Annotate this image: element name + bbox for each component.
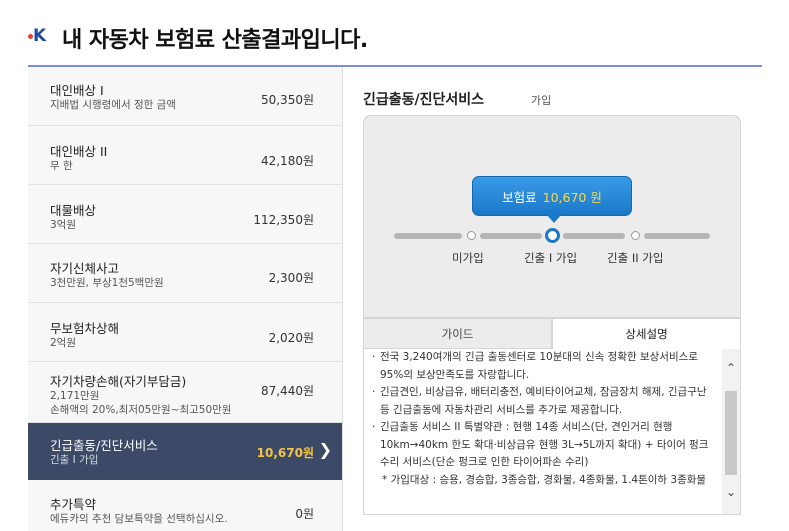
coverage-sub: 2,171만원 — [50, 390, 100, 402]
page-title: 내 자동차 보험료 산출결과입니다. — [62, 28, 368, 53]
desc-bullet: 긴급출동 서비스 II 특별약관 : 현행 14종 서비스(단, 견인거리 현행… — [370, 419, 715, 472]
tab-guide[interactable]: 가이드 — [363, 318, 552, 349]
detail-panel: 긴급출동/진단서비스 가입 보험료 10,670 원 미가입 긴출 I 가입 긴… — [342, 67, 762, 531]
coverage-sub: 긴출 I 가입 — [50, 454, 99, 466]
coverage-sub: 3억원 — [50, 219, 77, 231]
coverage-price: 87,440원 — [260, 384, 314, 398]
brand-logo-icon: K — [28, 26, 48, 48]
coverage-price: 42,180원 — [260, 154, 314, 168]
coverage-price: 50,350원 — [260, 93, 314, 107]
option-selector: 보험료 10,670 원 미가입 긴출 I 가입 긴출 II 가입 — [363, 115, 741, 318]
coverage-price: 112,350원 — [253, 213, 314, 227]
slider-track — [644, 233, 710, 239]
coverage-item-property[interactable]: 대물배상 3억원 112,350원 — [28, 185, 342, 244]
chevron-right-icon: ❯ — [318, 440, 332, 459]
coverage-item-bodily-2[interactable]: 대인배상 II 무 한 42,180원 — [28, 126, 342, 185]
option-level2[interactable]: 긴출 II 가입 — [607, 250, 663, 266]
coverage-item-bodily-1[interactable]: 대인배상 I 지배법 시행령에서 정한 금액 50,350원 — [28, 67, 342, 126]
bubble-pointer — [547, 215, 561, 223]
coverage-price: 0원 — [295, 507, 314, 521]
description-content: 전국 3,240여개의 긴급 출동센터로 10분대의 신속 정확한 보상서비스로… — [370, 349, 715, 489]
coverage-name: 대인배상 I — [50, 83, 104, 98]
coverage-name: 대물배상 — [50, 203, 97, 218]
slider-node-level2[interactable] — [631, 231, 640, 240]
coverage-name: 추가특약 — [50, 497, 97, 512]
coverage-sub: 지배법 시행령에서 정한 금액 — [50, 99, 176, 111]
coverage-sub: 2억원 — [50, 337, 77, 349]
desc-note: * 가입대상 : 승용, 경승합, 3종승합, 경화물, 4종화물, 1.4톤이… — [382, 473, 707, 486]
option-level1[interactable]: 긴출 I 가입 — [524, 250, 577, 266]
detail-title: 긴급출동/진단서비스 — [363, 92, 485, 108]
coverage-item-uninsured[interactable]: 무보험차상해 2억원 2,020원 — [28, 303, 342, 362]
coverage-name: 대인배상 II — [50, 144, 108, 159]
premium-amount: 10,670 원 — [542, 189, 602, 205]
slider-track — [394, 233, 462, 239]
coverage-item-self-injury[interactable]: 자기신체사고 3천만원, 부상1천5백만원 2,300원 — [28, 244, 342, 303]
coverage-list: 대인배상 I 지배법 시행령에서 정한 금액 50,350원 대인배상 II 무… — [28, 67, 342, 531]
coverage-price: 10,670원 — [256, 446, 314, 460]
coverage-sub: 에듀카의 추천 담보특약을 선택하십시오. — [50, 513, 228, 525]
detail-tabs: 가이드 상세설명 — [363, 318, 741, 349]
coverage-item-own-vehicle[interactable]: 자기차량손해(자기부담금) 2,171만원 손해액의 20%,최저05만원~최고… — [28, 362, 342, 423]
scroll-down-icon[interactable]: ⌄ — [724, 485, 738, 499]
scroll-up-icon[interactable]: ⌃ — [724, 361, 738, 375]
coverage-sub: 3천만원, 부상1천5백만원 — [50, 277, 164, 289]
slider-track — [480, 233, 542, 239]
scroll-thumb[interactable] — [725, 391, 737, 475]
coverage-name: 무보험차상해 — [50, 321, 120, 336]
slider-track — [563, 233, 625, 239]
coverage-name: 자기차량손해(자기부담금) — [50, 374, 187, 389]
slider-node-selected[interactable] — [545, 228, 560, 243]
coverage-item-extra[interactable]: 추가특약 에듀카의 추천 담보특약을 선택하십시오. 0원 — [28, 480, 342, 531]
premium-label: 보험료 — [502, 189, 537, 205]
desc-bullet: 전국 3,240여개의 긴급 출동센터로 10분대의 신속 정확한 보상서비스로… — [370, 349, 715, 384]
premium-bubble: 보험료 10,670 원 — [472, 176, 632, 216]
coverage-price: 2,020원 — [268, 331, 314, 345]
coverage-item-emergency[interactable]: 긴급출동/진단서비스 긴출 I 가입 10,670원 ❯ — [28, 423, 342, 480]
coverage-price: 2,300원 — [268, 271, 314, 285]
coverage-name: 자기신체사고 — [50, 261, 120, 276]
tab-description[interactable]: 상세설명 — [552, 318, 741, 349]
coverage-name: 긴급출동/진단서비스 — [50, 438, 158, 453]
option-none[interactable]: 미가입 — [452, 250, 484, 266]
coverage-sub-detail: 손해액의 20%,최저05만원~최고50만원 — [50, 404, 232, 416]
slider-node-none[interactable] — [467, 231, 476, 240]
description-scrollbar[interactable]: ⌃ ⌄ — [722, 349, 740, 514]
desc-bullet: 긴급견인, 비상급유, 배터리충전, 예비타이어교체, 잠금장치 해제, 긴급구… — [370, 384, 715, 419]
detail-status-tag: 가입 — [531, 94, 552, 107]
description-box: 전국 3,240여개의 긴급 출동센터로 10분대의 신속 정확한 보상서비스로… — [363, 349, 741, 515]
coverage-sub: 무 한 — [50, 160, 73, 172]
page-header: K 내 자동차 보험료 산출결과입니다. — [28, 20, 368, 56]
